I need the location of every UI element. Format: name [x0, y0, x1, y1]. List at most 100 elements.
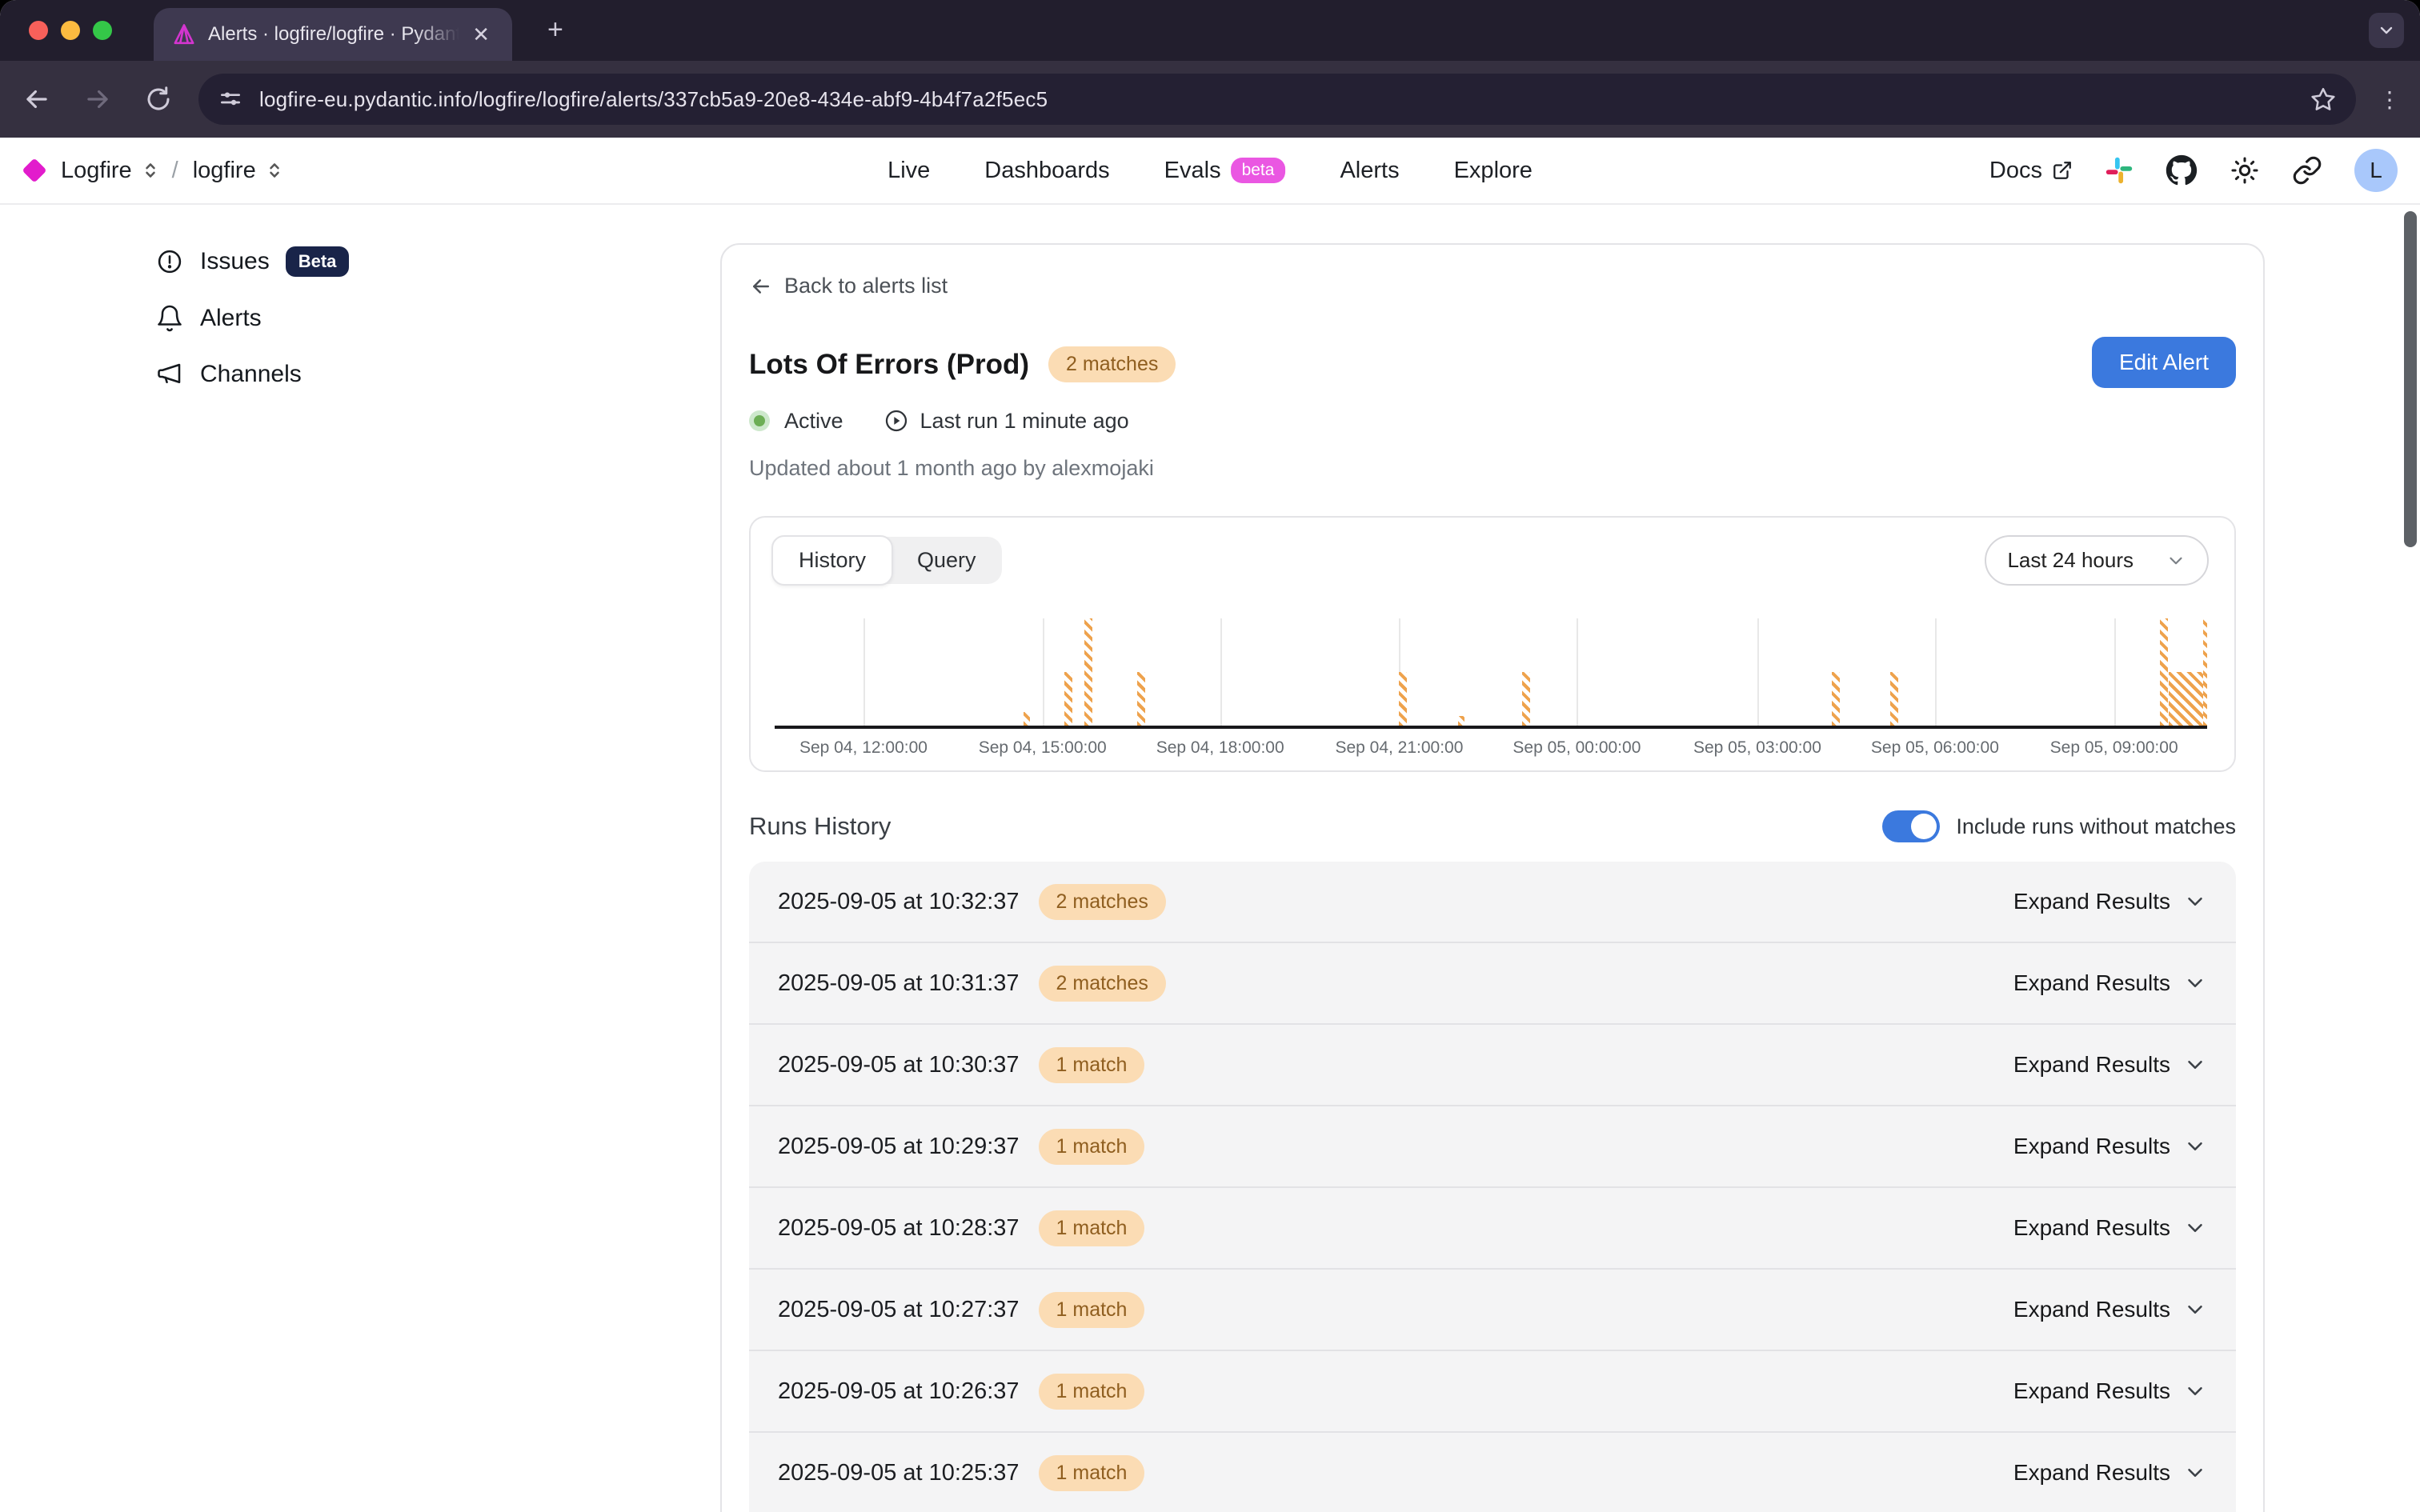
chart-gridline — [1577, 618, 1578, 726]
nav-link-dashboards[interactable]: Dashboards — [984, 158, 1109, 184]
run-timestamp: 2025-09-05 at 10:29:37 — [778, 1134, 1020, 1160]
browser-window: Alerts · logfire/logfire · Pydant ✕ + lo… — [0, 0, 2420, 1512]
sidebar-item-channels[interactable]: Channels — [155, 360, 349, 389]
run-history-row: 2025-09-05 at 10:27:37 1 match Expand Resu… — [749, 1270, 2236, 1351]
close-window-button[interactable] — [29, 21, 48, 40]
github-icon[interactable] — [2166, 154, 2198, 186]
sidebar-item-alerts[interactable]: Alerts — [155, 304, 349, 333]
new-tab-button[interactable]: + — [538, 14, 573, 46]
navbar-actions: Docs L — [1989, 149, 2398, 192]
include-runs-toggle[interactable] — [1882, 810, 1940, 842]
page-scrollbar-thumb[interactable] — [2404, 211, 2417, 547]
reload-icon[interactable] — [134, 75, 182, 123]
main-nav: Live Dashboards Evalsbeta Alerts Explore — [887, 158, 1533, 184]
history-query-tabs: History Query — [773, 537, 1002, 584]
expand-results-button[interactable]: Expand Results — [2013, 1215, 2207, 1241]
x-tick-label: Sep 05, 00:00:00 — [1512, 738, 1641, 758]
nav-link-live[interactable]: Live — [887, 158, 930, 184]
minimize-window-button[interactable] — [61, 21, 80, 40]
x-tick-label: Sep 04, 21:00:00 — [1335, 738, 1463, 758]
alert-status-row: Active Last run 1 minute ago — [749, 408, 2236, 434]
run-matches-badge: 2 matches — [1039, 884, 1166, 920]
chevron-down-icon — [2183, 971, 2207, 995]
expand-results-button[interactable]: Expand Results — [2013, 1460, 2207, 1486]
browser-toolbar: logfire-eu.pydantic.info/logfire/logfire… — [0, 61, 2420, 138]
run-matches-badge: 1 match — [1039, 1292, 1145, 1328]
bookmark-star-icon[interactable] — [2310, 86, 2337, 113]
matches-bar-chart — [775, 618, 2207, 726]
org-selector[interactable]: Logfire — [61, 158, 132, 184]
chart-bar — [1832, 672, 1840, 726]
project-selector-chevrons-icon[interactable] — [267, 161, 282, 180]
time-range-select[interactable]: Last 24 hours — [1985, 535, 2209, 586]
chart-baseline — [775, 726, 2207, 729]
x-tick-label: Sep 05, 03:00:00 — [1693, 738, 1821, 758]
nav-link-label: Live — [887, 158, 930, 184]
window-controls[interactable] — [29, 21, 112, 40]
theme-sun-icon[interactable] — [2230, 155, 2260, 186]
site-info-icon[interactable] — [218, 86, 243, 112]
run-history-row: 2025-09-05 at 10:28:371 matchExpand Resu… — [749, 1188, 2236, 1270]
back-icon[interactable] — [13, 75, 61, 123]
back-to-alerts-link[interactable]: Back to alerts list — [749, 274, 2236, 298]
time-range-value: Last 24 hours — [2007, 548, 2134, 573]
expand-results-button[interactable]: Expand Results — [2013, 970, 2207, 996]
tab-close-icon[interactable]: ✕ — [466, 21, 496, 48]
run-matches-badge: 1 match — [1039, 1047, 1145, 1083]
runs-history-header: Runs History Include runs without matche… — [749, 810, 2236, 842]
expand-results-button[interactable]: Expand Results — [2013, 1134, 2207, 1159]
edit-alert-button[interactable]: Edit Alert — [2092, 337, 2236, 388]
chart-bar — [1458, 716, 1464, 726]
external-link-icon — [2052, 160, 2073, 181]
expand-results-button[interactable]: Expand Results — [2013, 1378, 2207, 1404]
matches-count-badge: 2 matches — [1048, 346, 1176, 382]
tab-query[interactable]: Query — [891, 537, 1002, 584]
run-matches-badge: 1 match — [1039, 1129, 1145, 1165]
nav-link-evals[interactable]: Evalsbeta — [1164, 158, 1286, 184]
runs-history-list: 2025-09-05 at 10:32:372 matchesExpand Re… — [749, 862, 2236, 1512]
run-history-row: 2025-09-05 at 10:31:372 matchesExpand Re… — [749, 943, 2236, 1025]
slack-icon[interactable] — [2105, 156, 2134, 185]
chevron-down-icon — [2183, 1379, 2207, 1403]
share-link-icon[interactable] — [2292, 155, 2322, 186]
run-timestamp: 2025-09-05 at 10:31:37 — [778, 970, 1020, 997]
browser-menu-icon[interactable]: ⋮ — [2378, 86, 2401, 113]
url-text[interactable]: logfire-eu.pydantic.info/logfire/logfire… — [259, 87, 2310, 112]
user-avatar[interactable]: L — [2354, 149, 2398, 192]
runs-history-title: Runs History — [749, 812, 891, 841]
chevron-down-icon — [2166, 550, 2186, 571]
alert-detail-card: Back to alerts list Lots Of Errors (Prod… — [720, 243, 2265, 1512]
chart-bar — [1522, 672, 1530, 726]
expand-results-button[interactable]: Expand Results — [2013, 889, 2207, 914]
chart-bar — [1024, 712, 1030, 726]
browser-tab[interactable]: Alerts · logfire/logfire · Pydant ✕ — [154, 8, 512, 61]
sidebar-item-issues[interactable]: Issues Beta — [155, 246, 349, 277]
chevron-down-icon — [2183, 1461, 2207, 1485]
logfire-logo-icon — [22, 158, 46, 182]
chart-gridline — [1220, 618, 1222, 726]
tab-overflow-button[interactable] — [2369, 13, 2404, 48]
org-selector-chevrons-icon[interactable] — [143, 161, 158, 180]
url-bar[interactable]: logfire-eu.pydantic.info/logfire/logfire… — [198, 74, 2356, 125]
alert-title-row: Lots Of Errors (Prod) 2 matches Edit Ale… — [749, 346, 2236, 382]
run-timestamp: 2025-09-05 at 10:30:37 — [778, 1052, 1020, 1078]
run-timestamp: 2025-09-05 at 10:27:37 — [778, 1297, 1020, 1323]
nav-link-explore[interactable]: Explore — [1454, 158, 1533, 184]
project-selector[interactable]: logfire — [193, 158, 256, 184]
megaphone-icon — [155, 360, 184, 389]
nav-link-alerts[interactable]: Alerts — [1340, 158, 1399, 184]
expand-results-label: Expand Results — [2013, 1460, 2170, 1486]
nav-link-label: Explore — [1454, 158, 1533, 184]
tab-history[interactable]: History — [771, 535, 893, 586]
docs-link[interactable]: Docs — [1989, 158, 2073, 184]
chart-gridline — [1935, 618, 1937, 726]
expand-results-button[interactable]: Expand Results — [2013, 1297, 2207, 1322]
sidebar-item-label: Alerts — [200, 305, 262, 332]
app-navbar: Logfire / logfire LiveDashboardsEvalsbet… — [0, 138, 2420, 205]
beta-pill: beta — [1231, 158, 1286, 183]
last-run: Last run 1 minute ago — [883, 408, 1129, 434]
expand-results-button[interactable]: Expand Results — [2013, 1052, 2207, 1078]
last-run-label: Last run 1 minute ago — [920, 409, 1129, 434]
logfire-favicon-icon — [173, 23, 195, 46]
zoom-window-button[interactable] — [93, 21, 112, 40]
